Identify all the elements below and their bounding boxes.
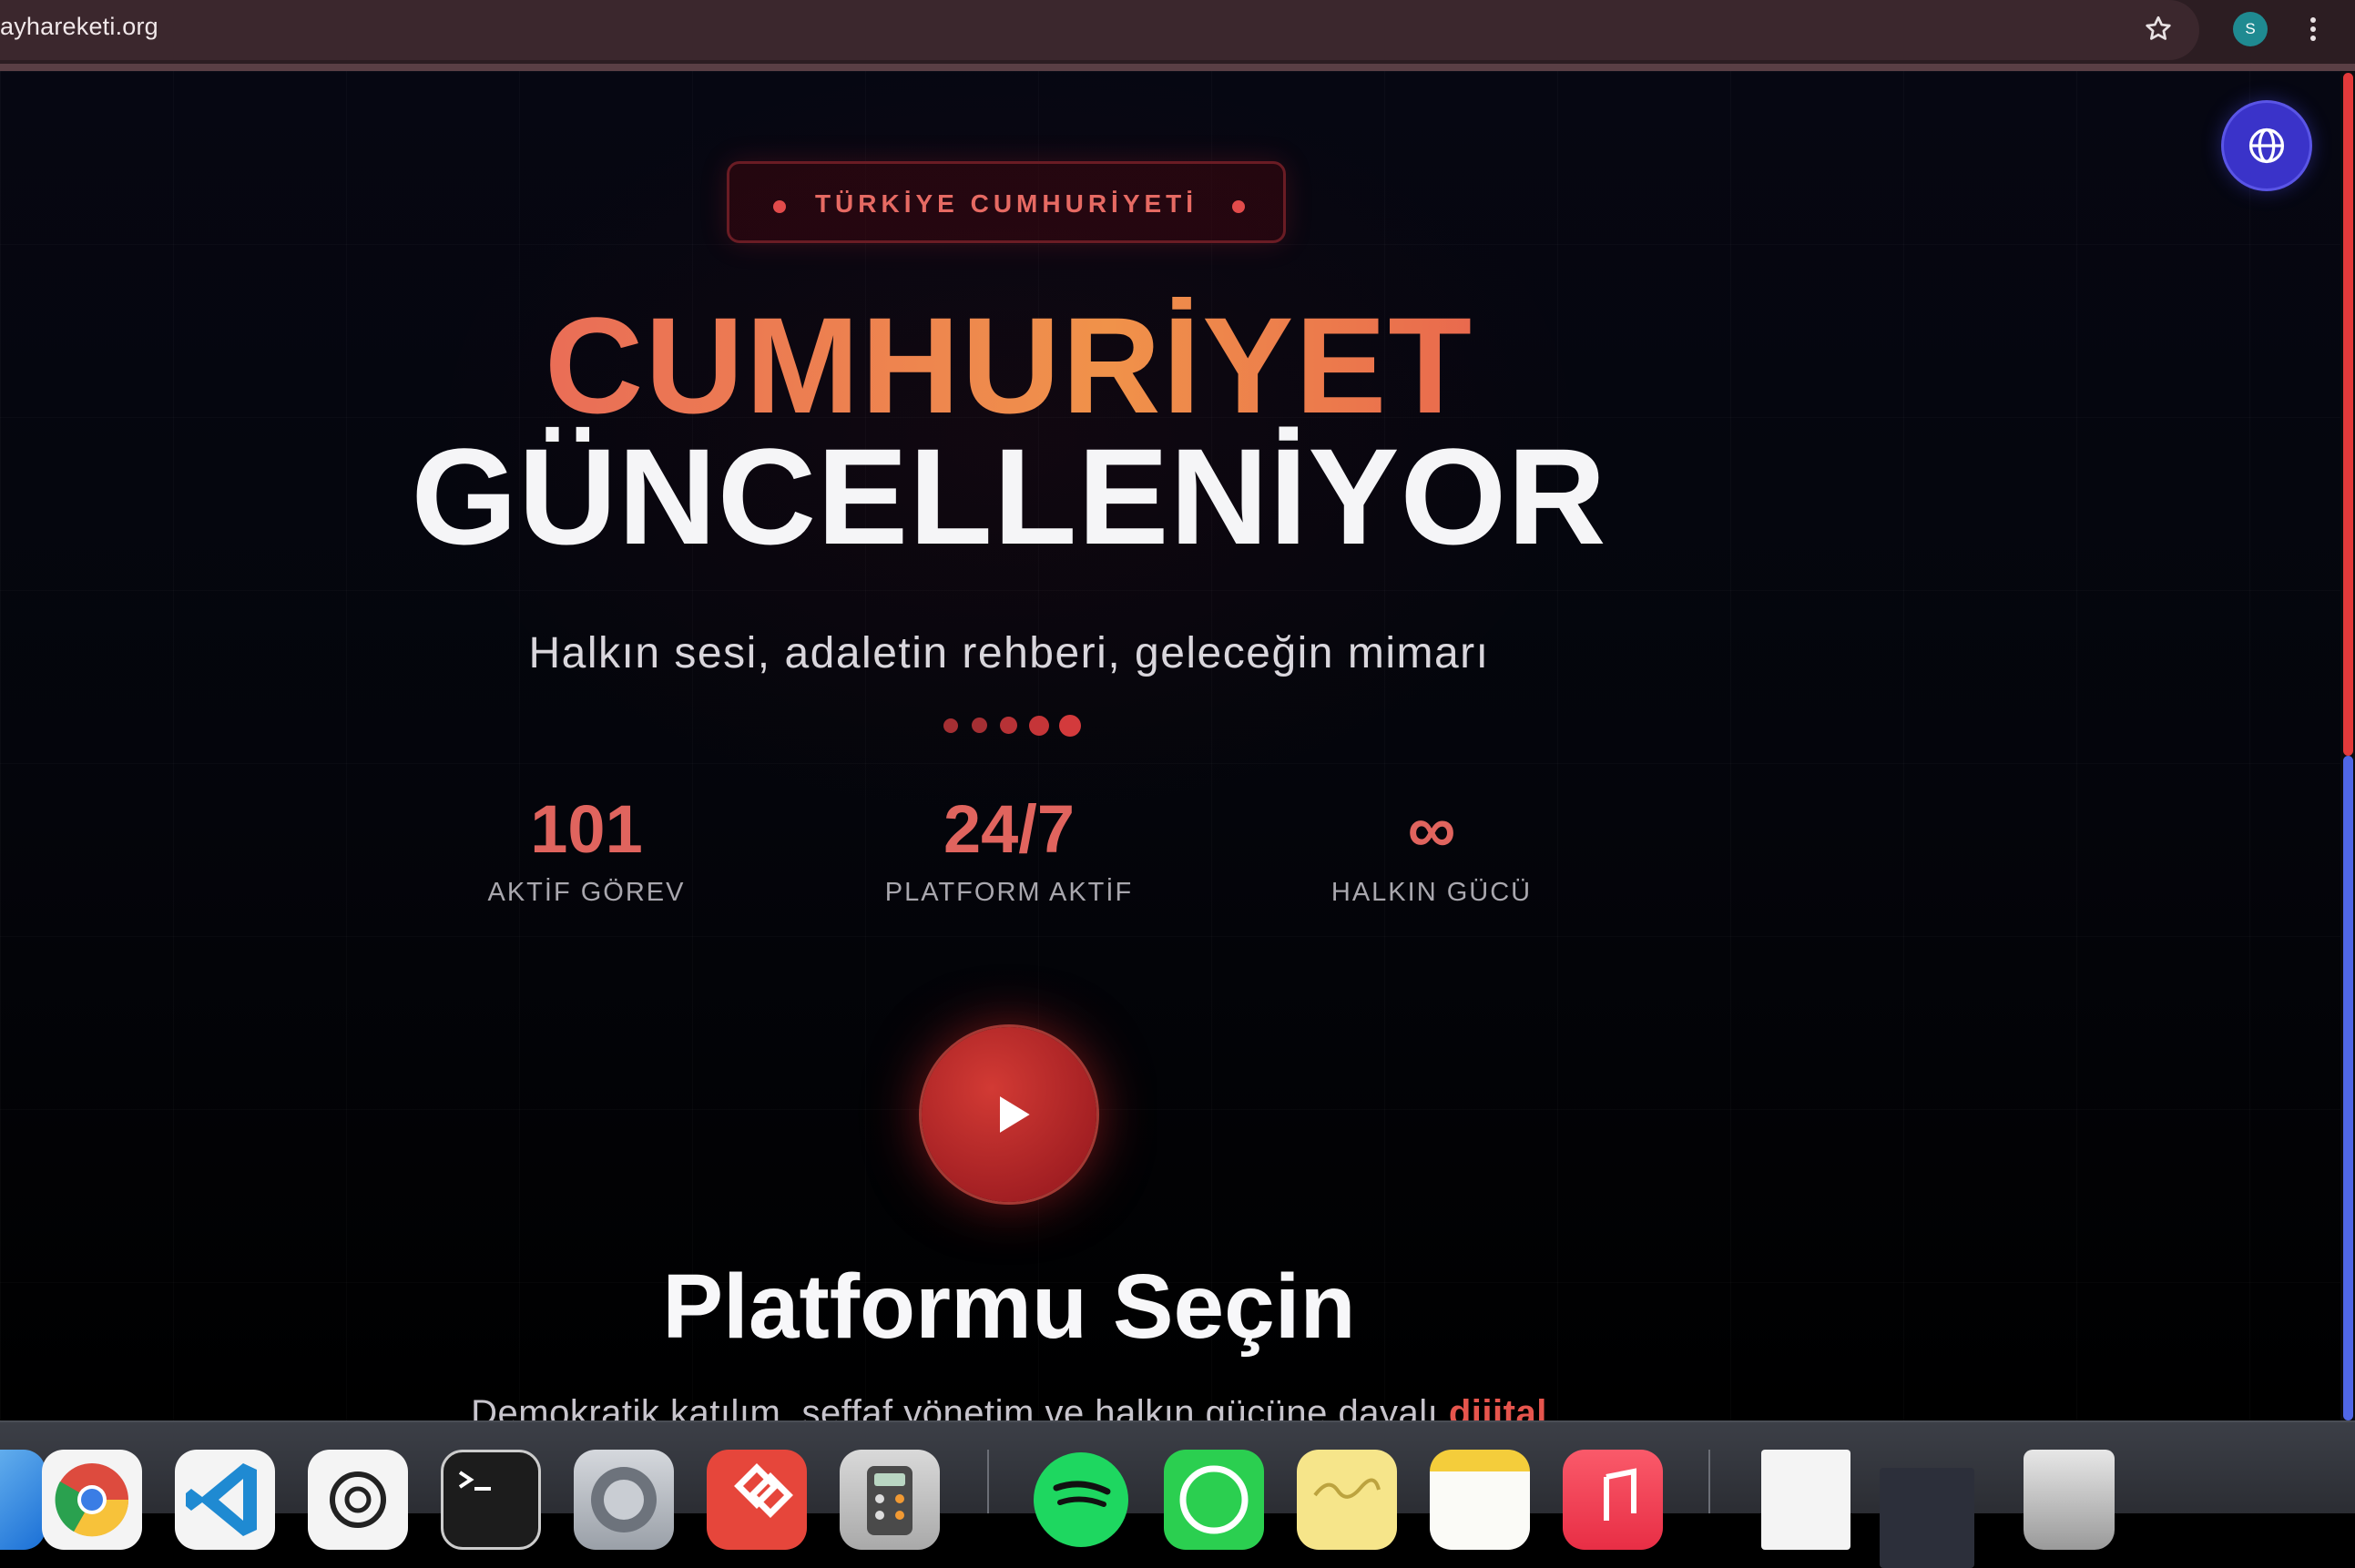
chatgpt-icon[interactable]	[308, 1450, 408, 1550]
stat-value-power: ∞	[1407, 791, 1456, 867]
dot[interactable]	[972, 718, 987, 733]
dot[interactable]	[1059, 715, 1081, 737]
macos-dock	[0, 1420, 2355, 1568]
chatgpt-logo	[330, 1471, 386, 1528]
whatsapp-icon[interactable]	[1164, 1450, 1264, 1550]
recent-document-icon[interactable]	[1761, 1450, 1850, 1550]
play-button[interactable]	[922, 1027, 1096, 1202]
system-settings-icon[interactable]	[574, 1450, 674, 1550]
whatsapp-logo	[1179, 1465, 1249, 1534]
terminal-logo	[458, 1471, 491, 1491]
stickies-logo	[1313, 1478, 1381, 1499]
spotify-logo	[1034, 1452, 1128, 1547]
calculator-logo	[867, 1466, 912, 1535]
scrollbar-thumb-lower[interactable]	[2343, 756, 2353, 1420]
language-button[interactable]	[2224, 103, 2309, 188]
stat-label-platform: PLATFORM AKTİF	[884, 878, 1134, 907]
stickies-icon[interactable]	[1297, 1450, 1397, 1550]
stat-value-platform: 24/7	[943, 791, 1076, 867]
terminal-icon[interactable]	[441, 1450, 541, 1550]
background-grid	[0, 71, 2340, 1420]
dock-separator	[987, 1450, 989, 1513]
music-icon[interactable]	[1563, 1450, 1663, 1550]
hero-title-gradient: CUMHURİYET	[0, 297, 2018, 433]
dock-separator	[1708, 1450, 1710, 1513]
stat-label-power: HALKIN GÜCÜ	[1330, 878, 1533, 907]
badge-dot-right	[1232, 200, 1245, 213]
finder-icon[interactable]	[0, 1450, 46, 1550]
dot[interactable]	[1000, 717, 1017, 734]
country-badge: TÜRKİYE CUMHURİYETİ	[727, 161, 1286, 243]
section-title: Platformu Seçin	[662, 1256, 1356, 1358]
dot[interactable]	[1029, 716, 1049, 736]
spotify-icon[interactable]	[1031, 1450, 1131, 1550]
address-bar[interactable]: ayhareketi.org	[0, 0, 2199, 60]
dot[interactable]	[943, 718, 958, 733]
section-description-highlight: dijital	[1448, 1393, 1547, 1420]
hero-title-white: GÜNCELLENİYOR	[411, 420, 1607, 573]
gear-icon	[591, 1467, 657, 1532]
section-description-text: Demokratik katılım, şeffaf yönetim ve ha…	[471, 1393, 1439, 1420]
chrome-icon[interactable]	[42, 1450, 142, 1550]
stat-label-tasks: AKTİF GÖREV	[487, 878, 686, 907]
profile-avatar[interactable]: S	[2233, 12, 2268, 46]
chrome-logo	[55, 1463, 129, 1537]
anydesk-icon[interactable]	[707, 1450, 807, 1550]
vscode-logo	[186, 1463, 257, 1536]
recent-window-icon[interactable]	[1880, 1468, 1974, 1568]
section-description: Demokratik katılım, şeffaf yönetim ve ha…	[0, 1393, 2018, 1420]
music-note-icon	[1604, 1468, 1636, 1521]
more-menu-icon[interactable]	[2304, 13, 2322, 46]
page-viewport: TÜRKİYE CUMHURİYETİ CUMHURİYET GÜNCELLEN…	[0, 71, 2340, 1420]
scrollbar-thumb[interactable]	[2343, 73, 2353, 756]
url-text[interactable]: ayhareketi.org	[0, 13, 158, 41]
notes-icon[interactable]	[1430, 1450, 1530, 1550]
browser-toolbar: ayhareketi.org S	[0, 0, 2355, 71]
bookmark-star-icon[interactable]	[2142, 13, 2175, 46]
calculator-icon[interactable]	[840, 1450, 940, 1550]
vscode-icon[interactable]	[175, 1450, 275, 1550]
badge-text: TÜRKİYE CUMHURİYETİ	[814, 189, 1198, 218]
stat-value-tasks: 101	[530, 791, 643, 867]
globe-icon	[2248, 127, 2285, 164]
progress-dots	[938, 708, 1084, 737]
play-icon	[1000, 1096, 1030, 1133]
toolbar-divider	[0, 64, 2355, 71]
trash-icon[interactable]	[2024, 1450, 2115, 1550]
hero-subtitle: Halkın sesi, adaletin rehberi, geleceğin…	[528, 629, 1490, 677]
anydesk-logo	[734, 1463, 793, 1518]
